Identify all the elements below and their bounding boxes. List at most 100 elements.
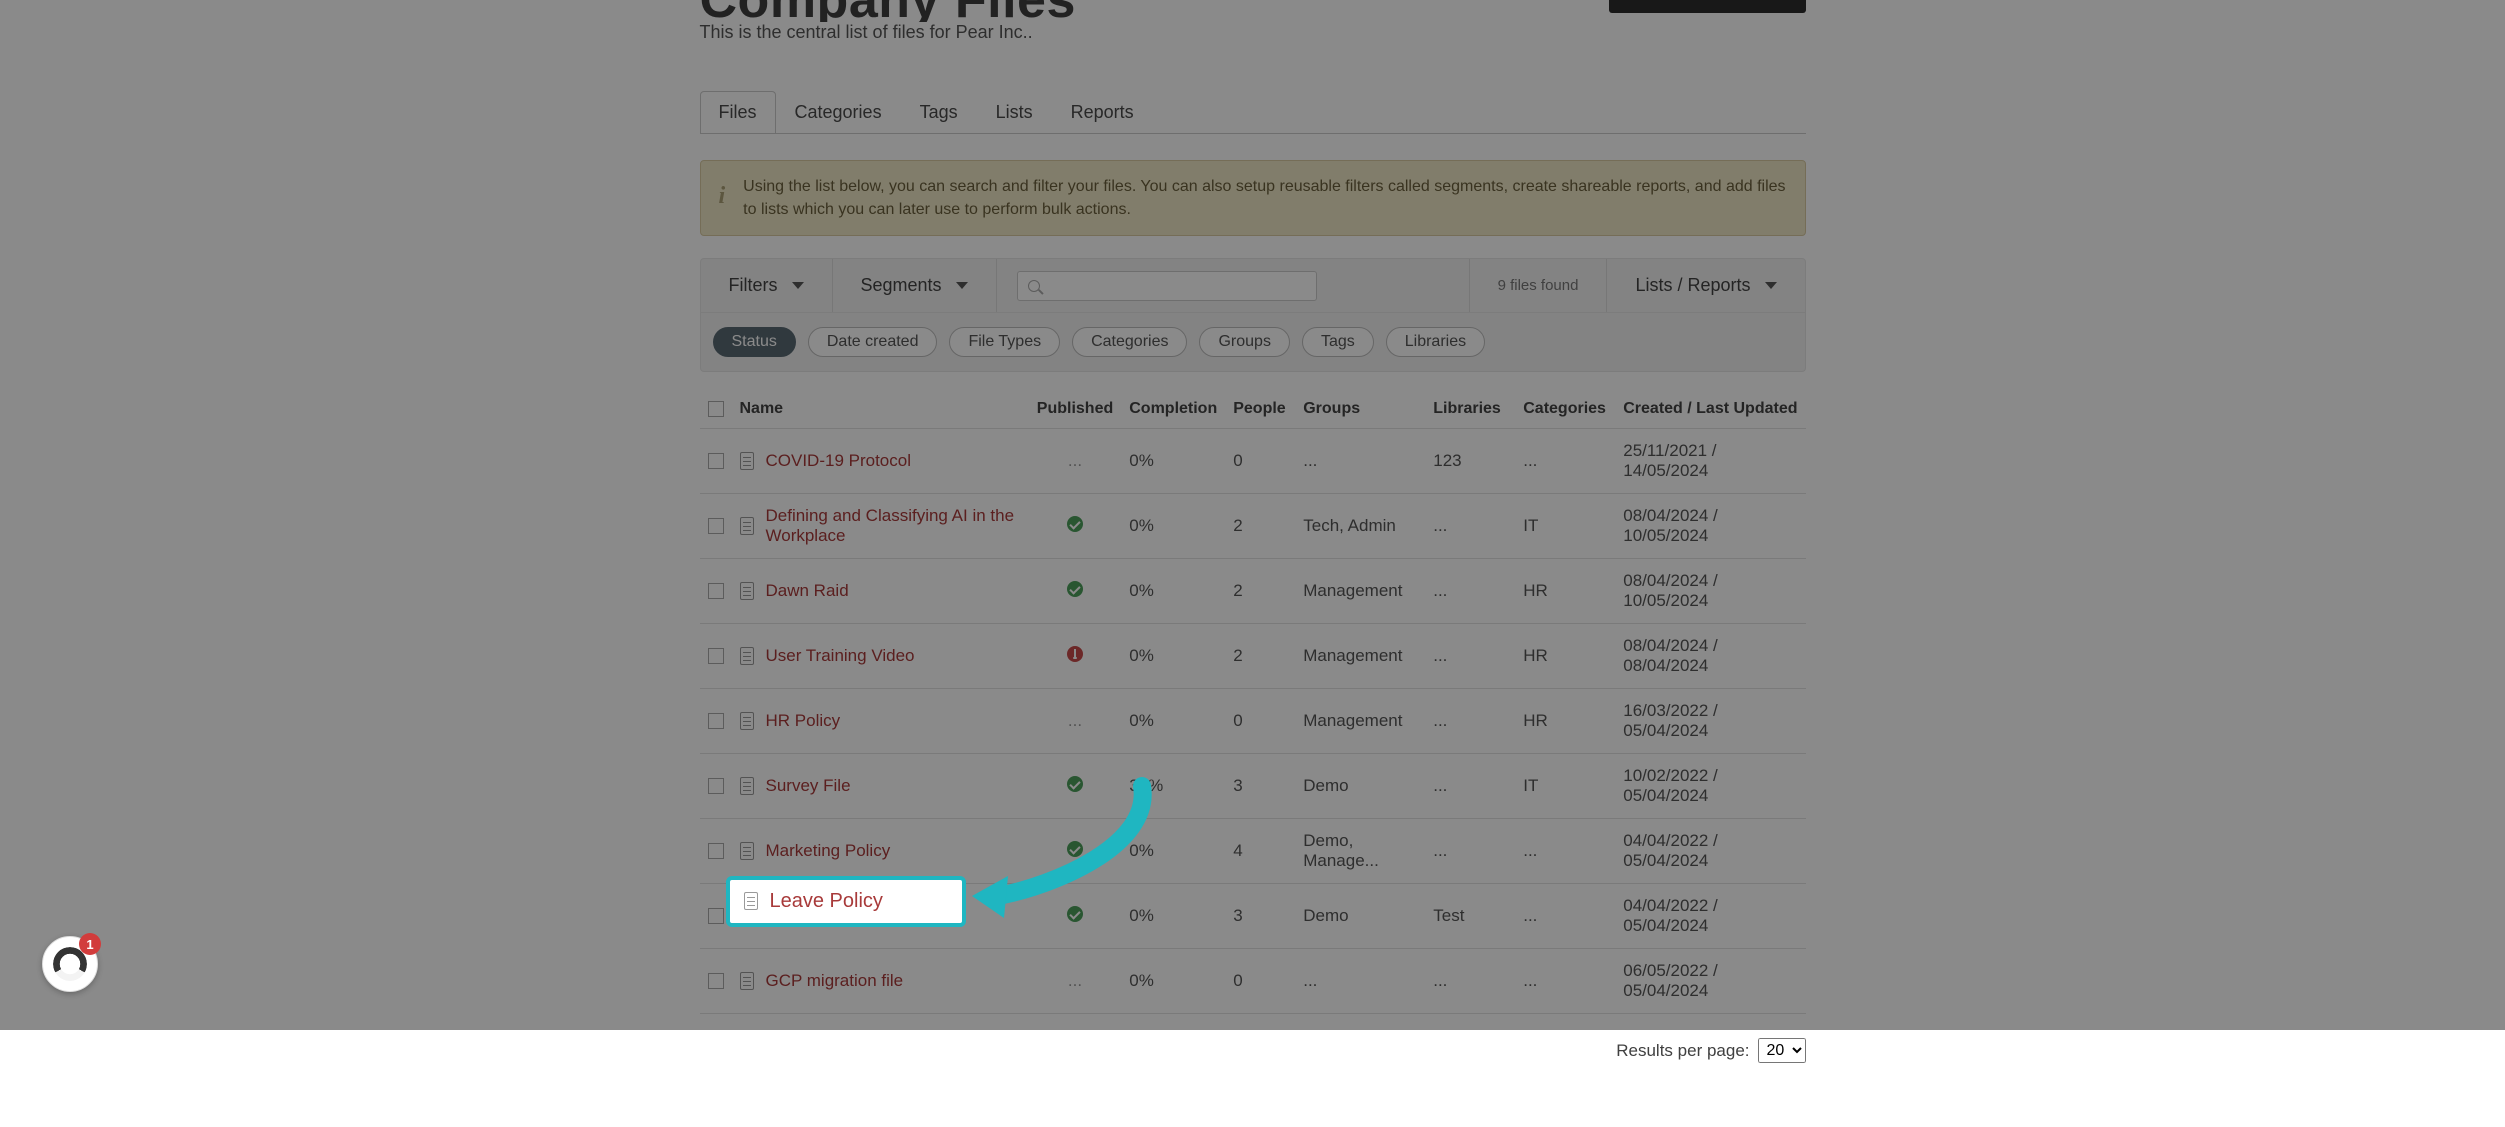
cell-libraries: ... (1425, 689, 1515, 754)
column-groups[interactable]: Groups (1295, 390, 1425, 429)
lists-reports-dropdown[interactable]: Lists / Reports (1606, 259, 1804, 312)
file-name-link[interactable]: HR Policy (766, 711, 841, 731)
column-published[interactable]: Published (1029, 390, 1121, 429)
file-name-link[interactable]: Leave Policy (770, 890, 883, 913)
row-checkbox[interactable] (708, 713, 724, 729)
cell-people: 0 (1225, 949, 1295, 1014)
cell-dates: 08/04/2024 / 08/04/2024 (1615, 624, 1805, 689)
published-none: ... (1068, 711, 1082, 730)
cell-libraries: 123 (1425, 429, 1515, 494)
file-name-link[interactable]: GCP migration file (766, 971, 904, 991)
cell-groups: Management (1295, 559, 1425, 624)
filter-pill-groups[interactable]: Groups (1199, 327, 1289, 357)
file-name-link[interactable]: Dawn Raid (766, 581, 849, 601)
row-checkbox[interactable] (708, 648, 724, 664)
cell-libraries: Test (1425, 884, 1515, 949)
cell-groups: Demo (1295, 884, 1425, 949)
filters-label: Filters (729, 275, 778, 296)
column-categories[interactable]: Categories (1515, 390, 1615, 429)
cell-completion: 0% (1121, 689, 1225, 754)
file-name-link[interactable]: User Training Video (766, 646, 915, 666)
published-none: ... (1068, 971, 1082, 990)
pager: Results per page: 20 (700, 1038, 1806, 1063)
search-icon (1028, 280, 1040, 292)
table-row: GCP migration file...0%0.........06/05/2… (700, 949, 1806, 1014)
info-icon: i (719, 175, 726, 214)
cell-people: 3 (1225, 884, 1295, 949)
cell-dates: 10/02/2022 / 05/04/2024 (1615, 754, 1805, 819)
cell-categories: ... (1515, 819, 1615, 884)
tab-lists[interactable]: Lists (977, 91, 1052, 134)
highlight-leave-policy: Leave Policy (726, 876, 966, 927)
file-name-link[interactable]: Survey File (766, 776, 851, 796)
row-checkbox[interactable] (708, 518, 724, 534)
column-people[interactable]: People (1225, 390, 1295, 429)
tab-tags[interactable]: Tags (901, 91, 977, 134)
cell-dates: 16/03/2022 / 05/04/2024 (1615, 689, 1805, 754)
cell-dates: 04/04/2022 / 05/04/2024 (1615, 819, 1805, 884)
filter-pill-tags[interactable]: Tags (1302, 327, 1374, 357)
file-name-link[interactable]: COVID-19 Protocol (766, 451, 912, 471)
page-title: Company Files (700, 0, 1076, 22)
published-none: ... (1068, 451, 1082, 470)
filter-pill-file-types[interactable]: File Types (949, 327, 1060, 357)
cell-groups: Management (1295, 624, 1425, 689)
cell-people: 4 (1225, 819, 1295, 884)
file-icon (740, 842, 754, 860)
filter-pill-categories[interactable]: Categories (1072, 327, 1187, 357)
cell-groups: ... (1295, 429, 1425, 494)
search-input[interactable] (1017, 271, 1317, 301)
cell-completion: 0% (1121, 949, 1225, 1014)
callout-arrow-icon (952, 776, 1182, 946)
file-icon (740, 972, 754, 990)
cell-categories: HR (1515, 689, 1615, 754)
cell-people: 0 (1225, 689, 1295, 754)
cell-libraries: ... (1425, 624, 1515, 689)
filter-pill-libraries[interactable]: Libraries (1386, 327, 1485, 357)
cell-dates: 25/11/2021 / 14/05/2024 (1615, 429, 1805, 494)
tab-categories[interactable]: Categories (776, 91, 901, 134)
column-dates[interactable]: Created / Last Updated (1615, 390, 1805, 429)
file-icon (740, 712, 754, 730)
file-name-link[interactable]: Marketing Policy (766, 841, 891, 861)
cell-completion: 0% (1121, 429, 1225, 494)
row-checkbox[interactable] (708, 778, 724, 794)
column-completion[interactable]: Completion (1121, 390, 1225, 429)
table-row: Defining and Classifying AI in the Workp… (700, 494, 1806, 559)
table-row: User Training Video0%2Management...HR08/… (700, 624, 1806, 689)
filters-dropdown[interactable]: Filters (701, 259, 832, 312)
results-per-page-select[interactable]: 20 (1758, 1038, 1806, 1063)
help-widget[interactable]: 1 (42, 936, 98, 992)
filter-pill-status[interactable]: Status (713, 327, 796, 357)
table-row: Survey File33%3Demo...IT10/02/2022 / 05/… (700, 754, 1806, 819)
tabs: FilesCategoriesTagsListsReports (700, 85, 1806, 134)
file-icon (740, 452, 754, 470)
file-name-link[interactable]: Defining and Classifying AI in the Workp… (766, 506, 1021, 546)
filter-pill-date-created[interactable]: Date created (808, 327, 938, 357)
lists-reports-label: Lists / Reports (1635, 275, 1750, 296)
toolbar: Filters Segments 9 files found Lists / R… (700, 258, 1806, 313)
cell-people: 2 (1225, 559, 1295, 624)
cell-people: 0 (1225, 429, 1295, 494)
table-row: Dawn Raid0%2Management...HR08/04/2024 / … (700, 559, 1806, 624)
select-all-header (700, 390, 732, 429)
cell-libraries: ... (1425, 949, 1515, 1014)
tab-reports[interactable]: Reports (1052, 91, 1153, 134)
segments-dropdown[interactable]: Segments (832, 259, 996, 312)
segments-label: Segments (861, 275, 942, 296)
row-checkbox[interactable] (708, 908, 724, 924)
tab-divider (700, 133, 1806, 134)
cell-completion: 0% (1121, 624, 1225, 689)
tab-files[interactable]: Files (700, 91, 776, 134)
search-container (996, 259, 1469, 312)
row-checkbox[interactable] (708, 973, 724, 989)
row-checkbox[interactable] (708, 453, 724, 469)
cell-groups: Demo, Manage... (1295, 819, 1425, 884)
column-libraries[interactable]: Libraries (1425, 390, 1515, 429)
row-checkbox[interactable] (708, 843, 724, 859)
column-name[interactable]: Name (732, 390, 1029, 429)
row-checkbox[interactable] (708, 583, 724, 599)
cell-libraries: ... (1425, 559, 1515, 624)
results-per-page-label: Results per page: (1616, 1041, 1749, 1061)
select-all-checkbox[interactable] (708, 401, 724, 417)
